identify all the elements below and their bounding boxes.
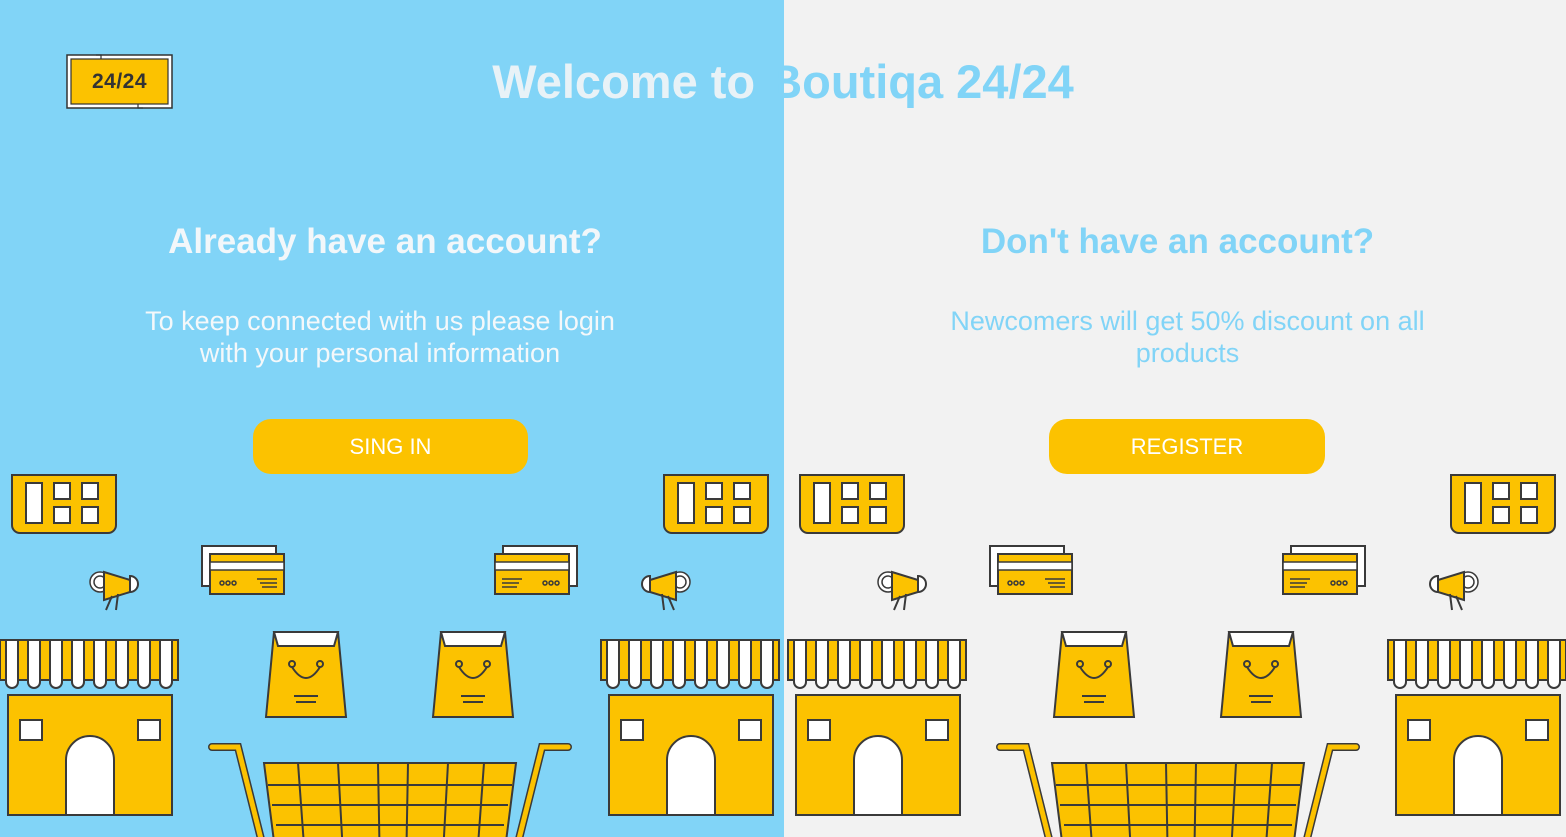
shopping-illustration <box>0 474 1566 837</box>
register-heading: Don't have an account? <box>980 222 1375 261</box>
register-description: Newcomers will get 50% discount on all p… <box>950 306 1425 368</box>
welcome-title: Welcome to Boutiqa 24/24 <box>0 52 1566 112</box>
sign-in-button[interactable]: SING IN <box>253 419 528 474</box>
signin-description: To keep connected with us please login w… <box>145 306 615 368</box>
register-button[interactable]: REGISTER <box>1049 419 1325 474</box>
welcome-prefix: Welcome to <box>492 55 769 108</box>
left-shop-sign-icon <box>11 474 117 534</box>
left-shop-sign-icon-2 <box>663 474 769 534</box>
signin-heading: Already have an account? <box>168 222 602 261</box>
welcome-brand: Boutiqa 24/24 <box>768 55 1074 108</box>
